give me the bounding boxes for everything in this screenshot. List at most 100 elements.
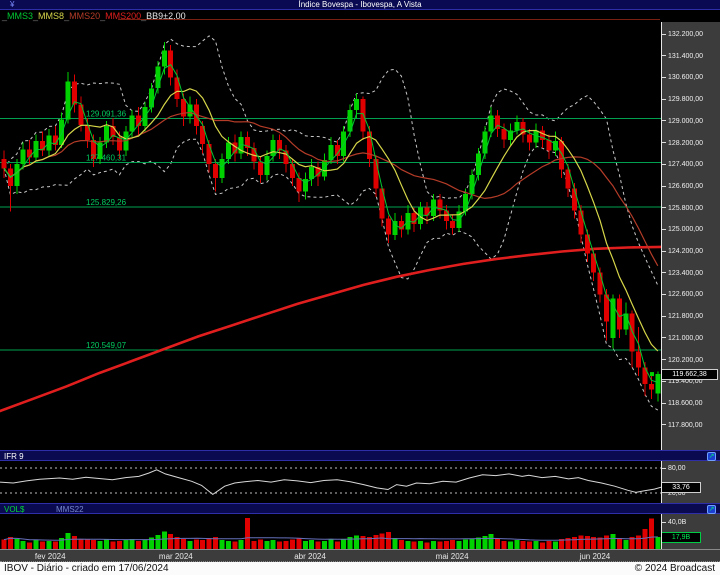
volume-bar	[155, 534, 161, 549]
current-price-label: 119.662,38	[661, 369, 718, 381]
candlestick-chart[interactable]: 129.091,36 127.460,31 125.829,26 120.549,07	[0, 22, 661, 450]
volume-bar	[46, 540, 52, 549]
candle-body	[72, 81, 77, 105]
volume-bar	[501, 540, 507, 549]
candle-body	[386, 218, 392, 235]
volume-bar	[648, 518, 654, 549]
price-tick-label: 125.800,00	[662, 204, 703, 213]
volume-bar	[104, 539, 110, 549]
ifr-rsi-chart[interactable]	[0, 461, 661, 503]
volume-bar	[475, 537, 481, 549]
volume-bar	[200, 540, 206, 549]
candle-body	[488, 115, 494, 132]
volume-bar	[264, 540, 270, 549]
volume-bar	[142, 539, 148, 549]
candle-body	[463, 194, 468, 212]
volume-bar	[495, 538, 501, 549]
copyright-text: © 2024 Broadcast	[634, 563, 715, 574]
candle-body	[161, 50, 167, 67]
trading-app-window: ¥ Índice Bovespa - Ibovespa, A Vista _MM…	[0, 0, 720, 575]
candle-body	[116, 137, 122, 151]
expand-panel-icon[interactable]: ↗	[707, 452, 716, 461]
volume-bar	[14, 538, 20, 549]
volume-bar	[84, 539, 90, 549]
volume-bar	[405, 540, 411, 549]
volume-chart[interactable]	[0, 514, 661, 549]
volume-bar	[488, 534, 494, 549]
volume-bar	[328, 539, 334, 549]
volume-bar	[97, 540, 103, 549]
candle-body	[559, 141, 565, 170]
volume-bar	[616, 538, 622, 549]
volume-panel-header[interactable]: VOL$ MMS22 ↗	[0, 503, 720, 514]
month-label: mai 2024	[435, 552, 469, 561]
candle-body	[475, 153, 481, 175]
volume-bar	[546, 540, 552, 549]
volume-bar	[572, 536, 577, 549]
volume-bar	[636, 535, 642, 549]
volume-bar	[463, 539, 468, 549]
candle-body	[289, 164, 295, 178]
candle-body	[270, 139, 276, 157]
volume-ma-label: MMS22	[56, 505, 84, 514]
price-tick-label: 124.200,00	[662, 247, 703, 256]
mms20-line	[3, 111, 659, 267]
volume-axis-label: 40,0B	[662, 518, 686, 527]
candle-body	[482, 131, 488, 154]
price-tick-label: 126.600,00	[662, 182, 703, 191]
month-label: abr 2024	[294, 552, 326, 561]
volume-bar	[584, 536, 590, 549]
mms200-line	[0, 245, 661, 413]
ifr-panel-header[interactable]: IFR 9 ↗	[0, 450, 720, 461]
month-label: mar 2024	[158, 552, 193, 561]
volume-bar	[283, 540, 289, 549]
price-tick-label: 121.800,00	[662, 312, 703, 321]
volume-bar	[437, 541, 443, 549]
candle-body	[360, 99, 366, 132]
volume-bar	[539, 542, 545, 549]
candle-body	[148, 88, 154, 108]
candle-body	[14, 164, 20, 186]
candle-body	[129, 115, 135, 132]
window-title: Índice Bovespa - Ibovespa, A Vista	[298, 0, 422, 9]
volume-bar	[604, 535, 609, 549]
window-titlebar[interactable]: ¥ Índice Bovespa - Ibovespa, A Vista	[0, 0, 720, 10]
indicator-label[interactable]: MMS8	[38, 11, 64, 21]
price-axis-gutter[interactable]: 132.200,00 131.400,00 130.600,00 129.800,00…	[661, 22, 720, 549]
candle-body	[328, 145, 334, 161]
expand-panel-icon[interactable]: ↗	[707, 505, 716, 514]
volume-panel-title: VOL$	[4, 505, 25, 514]
candle-body	[296, 177, 302, 192]
volume-bar	[379, 533, 385, 549]
price-tick-label: 131.400,00	[662, 52, 703, 61]
volume-bar	[161, 531, 167, 549]
volume-bar	[578, 535, 584, 549]
price-tick-label: 132.200,00	[662, 30, 703, 39]
candle-body	[514, 122, 520, 131]
price-tick-label: 118.600,00	[662, 399, 703, 408]
indicator-label[interactable]: MMS20	[69, 11, 100, 21]
level-price-label: 125.829,26	[86, 198, 127, 207]
volume-bar	[431, 540, 436, 549]
candle-body	[213, 164, 218, 178]
volume-bar	[533, 540, 539, 549]
volume-bar	[392, 538, 398, 549]
volume-bar	[309, 540, 315, 549]
price-tick-label: 117.800,00	[662, 421, 703, 430]
volume-bar	[40, 541, 45, 549]
price-tick-label: 128.200,00	[662, 139, 703, 148]
volume-bar	[610, 534, 616, 549]
volume-bar	[20, 540, 26, 549]
candle-body	[225, 142, 231, 159]
price-tick-label: 129.000,00	[662, 117, 703, 126]
time-axis[interactable]: fev 2024 mar 2024 abr 2024 mai 2024 jun 2024	[0, 549, 720, 562]
indicator-label[interactable]: MMS3	[7, 11, 33, 21]
axis-separator-line	[661, 22, 662, 549]
candle-body	[591, 253, 597, 273]
ifr-current-label: 33,76	[661, 482, 701, 494]
volume-bar	[225, 540, 231, 549]
candle-body	[27, 149, 33, 158]
volume-bar	[277, 541, 283, 549]
volume-bar	[65, 532, 71, 549]
volume-bar	[418, 540, 424, 549]
